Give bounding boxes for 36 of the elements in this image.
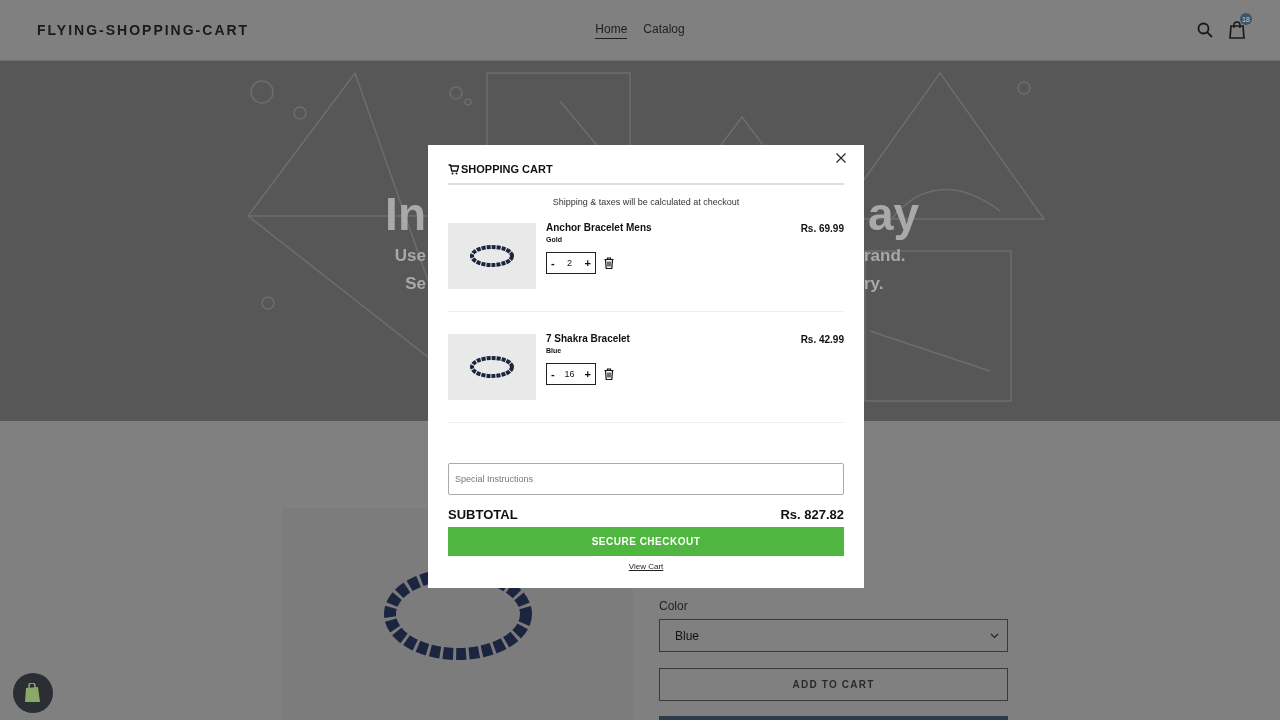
hero-heading-fragment: ay [868, 188, 920, 240]
store-logo[interactable]: FLYING-SHOPPING-CART [37, 22, 250, 38]
shopping-bag-icon[interactable] [1229, 21, 1245, 39]
hero-text-fragment: Use [394, 246, 426, 265]
quantity-value: 16 [564, 369, 575, 379]
shopping-cart-icon [448, 163, 459, 175]
trash-icon[interactable] [604, 368, 614, 380]
search-icon[interactable] [1197, 22, 1213, 38]
item-price: Rs. 69.99 [800, 223, 844, 234]
hero-text-fragment: Se [405, 274, 426, 293]
nav-link[interactable]: Home [595, 21, 628, 39]
view-cart-link[interactable]: View Cart [628, 562, 664, 571]
color-value: Blue [675, 628, 700, 643]
increase-button[interactable]: + [584, 368, 591, 380]
nav-link[interactable]: Catalog [643, 21, 685, 39]
quantity-stepper[interactable]: - 16 + [546, 363, 596, 385]
color-label: Color [659, 599, 689, 613]
close-icon[interactable] [836, 153, 846, 163]
trash-icon[interactable] [604, 257, 614, 269]
instructions-field[interactable]: Special Instructions [448, 463, 844, 495]
subtotal-value: Rs. 827.82 [780, 507, 844, 522]
increase-button[interactable]: + [584, 257, 591, 269]
item-name: Anchor Bracelet Mens [546, 222, 653, 233]
cart-title: SHOPPING CART [461, 163, 553, 175]
subtotal-label: SUBTOTAL [448, 507, 518, 522]
quantity-stepper[interactable]: - 2 + [546, 252, 596, 274]
item-name: 7 Shakra Bracelet [546, 333, 631, 344]
add-to-cart-button[interactable]: ADD TO CART [659, 668, 1008, 701]
shipping-note: Shipping & taxes will be calculated at checkout [551, 197, 741, 207]
item-price: Rs. 42.99 [800, 334, 844, 345]
hero-text-fragment: ry. [864, 274, 884, 293]
hero-heading-fragment: In [385, 188, 426, 240]
quantity-value: 2 [567, 258, 573, 268]
color-select[interactable]: Blue [659, 619, 1008, 652]
hero-text-fragment: rand. [864, 246, 906, 265]
chevron-down-icon [990, 632, 999, 639]
